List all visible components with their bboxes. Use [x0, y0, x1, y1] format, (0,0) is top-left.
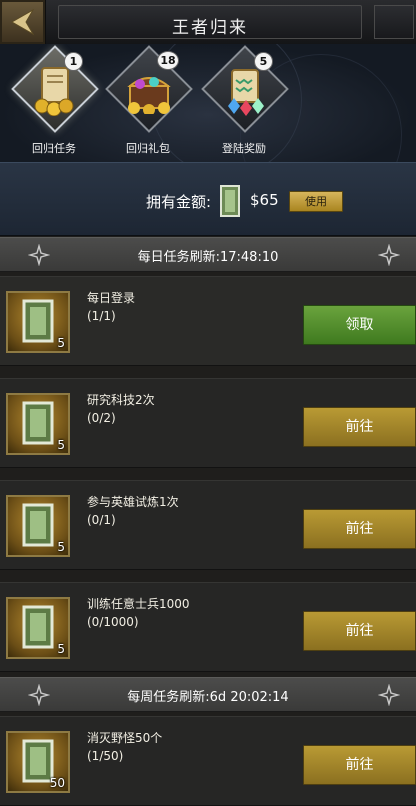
- reward-qty: 50: [49, 776, 65, 790]
- task-row: 5 参与英雄试炼1次 (0/1) 前往: [0, 480, 416, 570]
- daily-section-header: 每日任务刷新:17:48:10: [0, 237, 416, 272]
- task-progress: (1/50): [87, 749, 124, 763]
- ornament-icon: [378, 684, 400, 706]
- task-progress: (0/1000): [87, 615, 139, 629]
- back-button[interactable]: [0, 0, 46, 44]
- reward-qty: 5: [57, 438, 65, 452]
- task-progress: (1/1): [87, 309, 116, 323]
- task-row: 5 训练任意士兵1000 (0/1000) 前往: [0, 582, 416, 672]
- reward-tabs-panel: 1 回归任务 18 回归礼包 5 登陆奖励: [0, 44, 416, 162]
- go-button[interactable]: 前往: [303, 611, 416, 651]
- tab-label: 回归任务: [32, 142, 76, 155]
- reward-qty: 5: [57, 642, 65, 656]
- use-button[interactable]: 使用: [289, 191, 343, 212]
- cash-reward-icon: 50: [6, 731, 70, 793]
- task-row: 5 每日登录 (1/1) 领取: [0, 276, 416, 366]
- tab-return-tasks[interactable]: 1 回归任务: [8, 45, 100, 158]
- claim-button[interactable]: 领取: [303, 305, 416, 345]
- reward-qty: 5: [57, 336, 65, 350]
- cash-reward-icon: 5: [6, 393, 70, 455]
- tab-label: 回归礼包: [126, 142, 170, 155]
- title-box: 王者归来: [58, 5, 362, 39]
- task-title: 每日登录: [87, 291, 136, 305]
- task-title: 研究科技2次: [87, 393, 155, 407]
- task-row: 50 消灭野怪50个 (1/50) 前往: [0, 716, 416, 806]
- task-title: 消灭野怪50个: [87, 731, 163, 745]
- cash-reward-icon: 5: [6, 291, 70, 353]
- tab-label: 登陆奖励: [222, 142, 266, 155]
- gems-scroll-icon: [228, 69, 264, 116]
- go-button[interactable]: 前往: [303, 509, 416, 549]
- tab-return-gifts[interactable]: 18 回归礼包: [102, 45, 194, 158]
- cash-reward-icon: 5: [6, 495, 70, 557]
- daily-refresh-text: 每日任务刷新:17:48:10: [137, 250, 279, 265]
- header-right-frame: [374, 5, 414, 39]
- balance-panel: 拥有金额: $65: [0, 162, 416, 236]
- task-row: 5 研究科技2次 (0/2) 前往: [0, 378, 416, 468]
- top-bar: 王者归来: [0, 0, 416, 45]
- ornament-icon: [378, 244, 400, 266]
- cash-stack-icon: [220, 185, 240, 217]
- tab-badge: 18: [157, 51, 179, 70]
- cash-reward-icon: 5: [6, 597, 70, 659]
- task-progress: (0/2): [87, 411, 116, 425]
- tab-badge: 5: [254, 52, 273, 71]
- weekly-refresh-text: 每周任务刷新:6d 20:02:14: [127, 690, 289, 705]
- task-title: 训练任意士兵1000: [87, 597, 190, 611]
- scroll-coins-icon: [34, 67, 74, 116]
- task-title: 参与英雄试炼1次: [87, 495, 179, 509]
- go-button[interactable]: 前往: [303, 745, 416, 785]
- task-progress: (0/1): [87, 513, 116, 527]
- treasure-chest-icon: [127, 77, 171, 114]
- tab-login-rewards[interactable]: 5 登陆奖励: [198, 45, 290, 158]
- balance-label: 拥有金额:: [146, 193, 212, 211]
- weekly-section-header: 每周任务刷新:6d 20:02:14: [0, 677, 416, 712]
- page-title: 王者归来: [172, 18, 248, 38]
- back-arrow-icon: [10, 8, 35, 36]
- balance-value: $65: [250, 191, 279, 209]
- reward-qty: 5: [57, 540, 65, 554]
- tab-badge: 1: [64, 52, 83, 71]
- go-button[interactable]: 前往: [303, 407, 416, 447]
